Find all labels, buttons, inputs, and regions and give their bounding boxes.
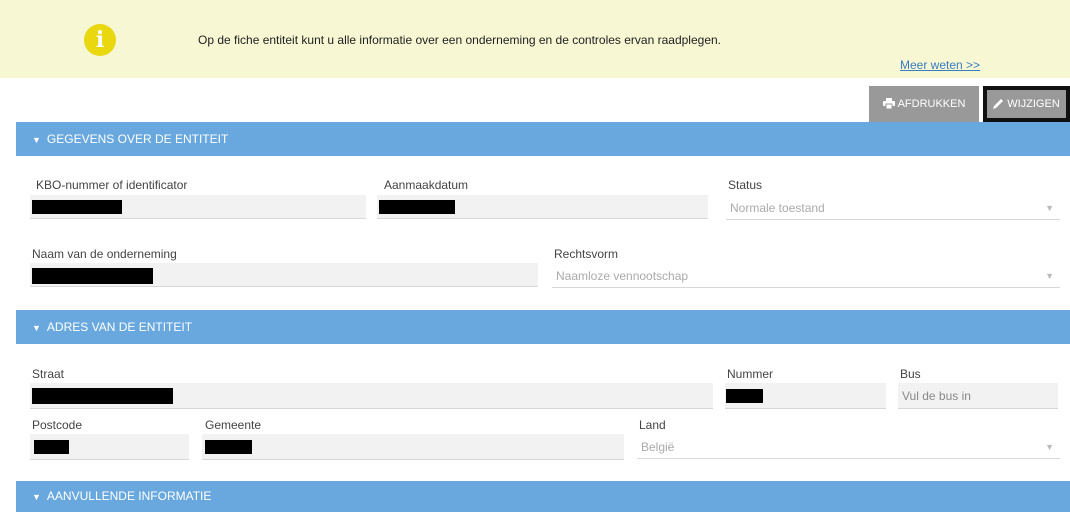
municipality-label: Gemeente [205,418,262,432]
info-text: Op de fiche entiteit kunt u alle informa… [198,33,721,47]
info-banner: i Op de fiche entiteit kunt u alle infor… [0,0,1070,78]
section-extra-title: AANVULLENDE INFORMATIE [46,489,212,503]
legal-form-select[interactable]: Naamloze vennootschap ▼ [552,264,1060,288]
chevron-down-icon: ▼ [1045,442,1054,452]
section-entity-header[interactable]: ▼ GEGEVENS OVER DE ENTITEIT [16,122,1070,156]
country-select[interactable]: België ▼ [637,435,1060,459]
redacted-value [726,389,763,403]
chevron-down-icon: ▼ [1045,271,1054,281]
section-address-header[interactable]: ▼ ADRES VAN DE ENTITEIT [16,310,1070,344]
company-name-label: Naam van de onderneming [32,247,177,261]
created-label: Aanmaakdatum [384,178,469,192]
edit-label: WIJZIGEN [1007,98,1060,110]
caret-down-icon: ▼ [32,323,41,333]
legal-form-label: Rechtsvorm [554,247,619,261]
redacted-value [205,440,252,454]
pencil-icon [993,99,1004,109]
redacted-value [32,388,173,404]
number-label: Nummer [727,367,774,381]
section-extra-header[interactable]: ▼ AANVULLENDE INFORMATIE [16,481,1070,512]
bus-label: Bus [900,367,921,381]
chevron-down-icon: ▼ [1045,203,1054,213]
edit-button[interactable]: WIJZIGEN [983,86,1070,122]
legal-form-value: Naamloze vennootschap [556,269,689,283]
print-button[interactable]: AFDRUKKEN [869,86,979,122]
status-value: Normale toestand [730,201,825,215]
country-value: België [641,440,675,454]
postcode-field[interactable] [30,434,189,460]
redacted-value [32,268,153,284]
info-icon: i [84,24,116,56]
country-label: Land [639,418,666,432]
caret-down-icon: ▼ [32,135,41,145]
section-address-title: ADRES VAN DE ENTITEIT [46,320,193,334]
street-label: Straat [32,367,65,381]
redacted-value [34,440,69,454]
created-field[interactable] [377,195,708,219]
company-name-field[interactable] [30,263,538,287]
redacted-value [379,200,455,214]
kbo-field[interactable] [30,195,366,219]
section-entity-title: GEGEVENS OVER DE ENTITEIT [46,132,229,146]
status-select[interactable]: Normale toestand ▼ [726,196,1060,220]
street-field[interactable] [30,383,713,409]
number-field[interactable] [725,383,886,409]
more-info-link[interactable]: Meer weten >> [900,58,980,72]
status-label: Status [728,178,763,192]
caret-down-icon: ▼ [32,492,41,502]
postcode-label: Postcode [32,418,83,432]
redacted-value [32,200,122,214]
municipality-field[interactable] [202,434,624,460]
print-icon [882,98,895,110]
print-label: AFDRUKKEN [897,98,966,110]
kbo-label: KBO-nummer of identificator [36,178,188,192]
bus-input[interactable]: Vul de bus in [898,383,1058,409]
